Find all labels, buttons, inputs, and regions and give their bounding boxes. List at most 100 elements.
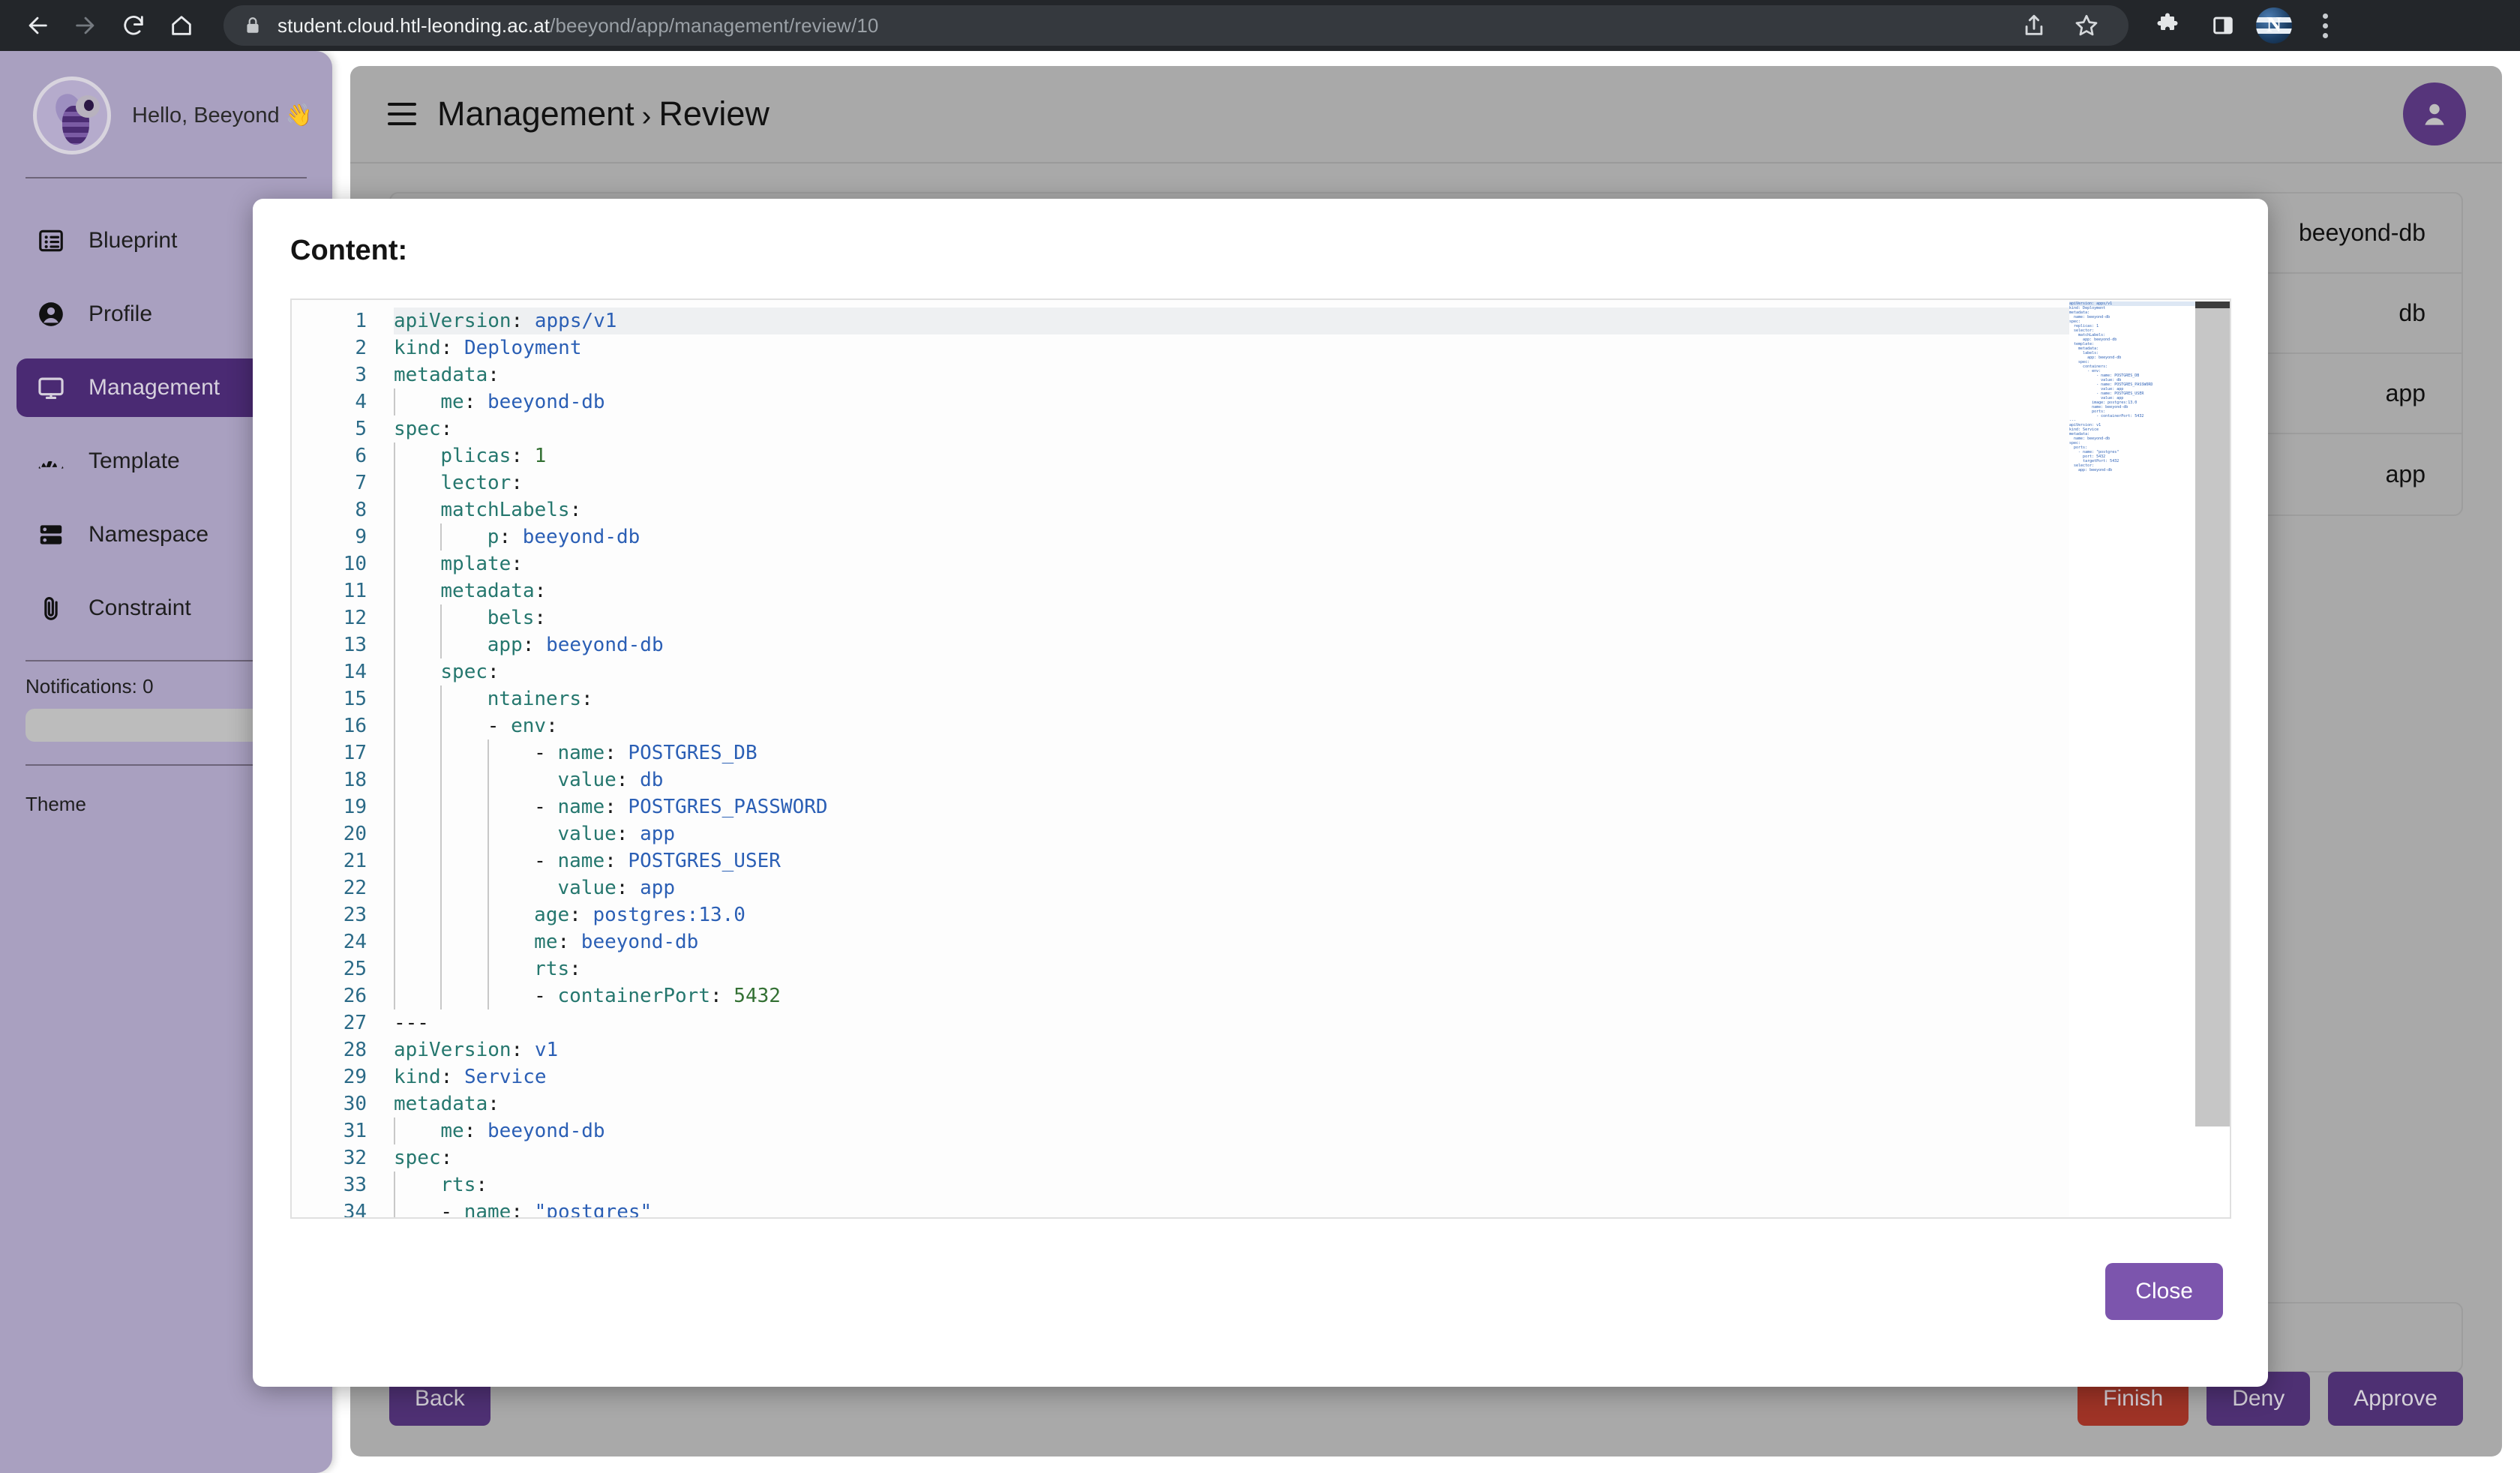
close-button[interactable]: Close [2105, 1262, 2223, 1320]
code-line[interactable]: - containerPort: 5432 [394, 982, 2230, 1010]
home-icon[interactable] [158, 2, 206, 50]
code-line[interactable]: matchLabels: [394, 496, 2230, 524]
person-icon [36, 299, 66, 329]
line-number: 20 [343, 823, 367, 845]
code-line[interactable]: spec: [394, 416, 2230, 442]
code-lines[interactable]: apiVersion: apps/v1 kind: Deployment metad… [380, 308, 2230, 1217]
sidebar-item-label: Template [88, 448, 180, 473]
line-number: 12 [343, 607, 367, 629]
line-number: 14 [343, 661, 367, 683]
line-number: 6 [355, 445, 367, 467]
code-line[interactable]: mplate: [394, 550, 2230, 578]
code-line[interactable]: plicas: 1 [394, 442, 2230, 470]
scrollbar-thumb[interactable] [2195, 302, 2230, 1126]
line-number: 3 [355, 364, 367, 386]
share-icon[interactable] [2012, 3, 2056, 48]
sidebar-divider-top [26, 177, 307, 178]
yaml-code-editor[interactable]: 1 2 3 4 5 6 7 8 9 10 11 12 13 14 15 16 17 18 19 20 21 22 23 24 2… [290, 298, 2231, 1219]
code-line[interactable]: me: beeyond-db [394, 928, 2230, 956]
approve-button[interactable]: Approve [2328, 1372, 2463, 1426]
code-line[interactable]: lector: [394, 470, 2230, 496]
code-line[interactable]: kind: Deployment [394, 334, 2230, 362]
content-modal: Content: 1 2 3 4 5 6 7 8 9 10 11 12 13 14 15 16 17 18 19 20… [253, 199, 2268, 1387]
kebab-menu-icon[interactable] [2302, 3, 2348, 48]
code-line[interactable]: value: app [394, 874, 2230, 902]
minimap-line: app: beeyond-db [2069, 468, 2113, 472]
code-line[interactable]: metadata: [394, 1090, 2230, 1118]
sidebar-item-label: Blueprint [88, 228, 178, 253]
line-number: 7 [355, 472, 367, 494]
code-line[interactable]: ntainers: [394, 686, 2230, 712]
sidebar-item-label: Profile [88, 302, 153, 326]
paperclip-icon [36, 593, 66, 623]
forward-arrow-icon[interactable] [62, 2, 110, 50]
code-line[interactable]: - name: POSTGRES_PASSWORD [394, 794, 2230, 820]
star-icon[interactable] [2064, 3, 2109, 48]
line-number: 32 [343, 1147, 367, 1169]
code-line[interactable]: - name: POSTGRES_USER [394, 848, 2230, 874]
code-line[interactable]: value: db [394, 766, 2230, 794]
table-cell: beeyond-db [2298, 219, 2426, 246]
address-bar[interactable]: student.cloud.htl-leonding.ac.at/beeyond… [224, 5, 2128, 46]
table-cell: app [2385, 380, 2426, 406]
code-line[interactable]: p: beeyond-db [394, 524, 2230, 550]
line-number: 10 [343, 553, 367, 575]
url-path: /beeyond/app/management/review/10 [550, 14, 879, 37]
breadcrumb-root[interactable]: Management [437, 94, 634, 133]
puzzle-piece-icon[interactable] [2145, 3, 2190, 48]
code-line[interactable]: metadata: [394, 362, 2230, 388]
sidebar-header: Hello, Beeyond 👋 [0, 51, 332, 154]
monitor-icon [36, 373, 66, 403]
code-line[interactable]: app: beeyond-db [394, 632, 2230, 658]
breadcrumb-separator: › [641, 100, 652, 132]
browser-profile-avatar[interactable]: N [2256, 8, 2292, 44]
line-number: 30 [343, 1093, 367, 1115]
code-line[interactable]: rts: [394, 1172, 2230, 1198]
code-line[interactable]: --- [394, 1010, 2230, 1036]
code-line[interactable]: value: app [394, 820, 2230, 848]
code-line[interactable]: apiVersion: apps/v1 [394, 308, 2230, 334]
back-arrow-icon[interactable] [14, 2, 62, 50]
code-line[interactable]: - name: POSTGRES_DB [394, 740, 2230, 766]
line-number: 33 [343, 1174, 367, 1196]
line-number: 23 [343, 904, 367, 926]
line-number: 4 [355, 391, 367, 413]
table-cell: db [2398, 299, 2426, 326]
code-area: 1 2 3 4 5 6 7 8 9 10 11 12 13 14 15 16 17 18 19 20 21 22 23 24 2… [292, 300, 2230, 1217]
code-line[interactable]: spec: [394, 658, 2230, 686]
sidebar-item-label: Namespace [88, 522, 209, 547]
line-number: 24 [343, 931, 367, 953]
reload-icon[interactable] [110, 2, 158, 50]
app-header: Management › Review [350, 66, 2502, 164]
browser-extension-actions: N [2145, 3, 2348, 48]
code-line[interactable]: spec: [394, 1144, 2230, 1172]
breadcrumb-current: Review [658, 94, 770, 133]
line-number: 28 [343, 1039, 367, 1061]
browser-toolbar: student.cloud.htl-leonding.ac.at/beeyond… [0, 0, 2520, 51]
code-minimap[interactable]: apiVersion: apps/v1 kind: Deployment metad… [2069, 302, 2195, 1217]
code-line[interactable]: kind: Service [394, 1064, 2230, 1090]
line-number: 19 [343, 796, 367, 818]
line-number: 18 [343, 769, 367, 791]
line-number: 15 [343, 688, 367, 710]
account-circle-icon[interactable] [2403, 82, 2466, 146]
code-line[interactable]: bels: [394, 604, 2230, 632]
line-number: 21 [343, 850, 367, 872]
hamburger-menu-icon[interactable] [388, 103, 416, 125]
line-number: 17 [343, 742, 367, 764]
code-line[interactable]: metadata: [394, 578, 2230, 604]
url-text: student.cloud.htl-leonding.ac.at/beeyond… [278, 14, 879, 38]
code-line[interactable]: rts: [394, 956, 2230, 982]
side-panel-icon[interactable] [2200, 3, 2246, 48]
line-number: 16 [343, 715, 367, 737]
theme-label: Theme [26, 792, 86, 815]
code-line[interactable]: apiVersion: v1 [394, 1036, 2230, 1064]
line-number: 9 [355, 526, 367, 548]
line-number-gutter: 1 2 3 4 5 6 7 8 9 10 11 12 13 14 15 16 17 18 19 20 21 22 23 24 2… [292, 308, 380, 1217]
sidebar-item-label: Constraint [88, 596, 191, 620]
code-line[interactable]: me: beeyond-db [394, 1118, 2230, 1144]
editor-scrollbar[interactable] [2195, 302, 2230, 1217]
code-line[interactable]: - env: [394, 712, 2230, 740]
code-line[interactable]: me: beeyond-db [394, 388, 2230, 416]
code-line[interactable]: age: postgres:13.0 [394, 902, 2230, 928]
